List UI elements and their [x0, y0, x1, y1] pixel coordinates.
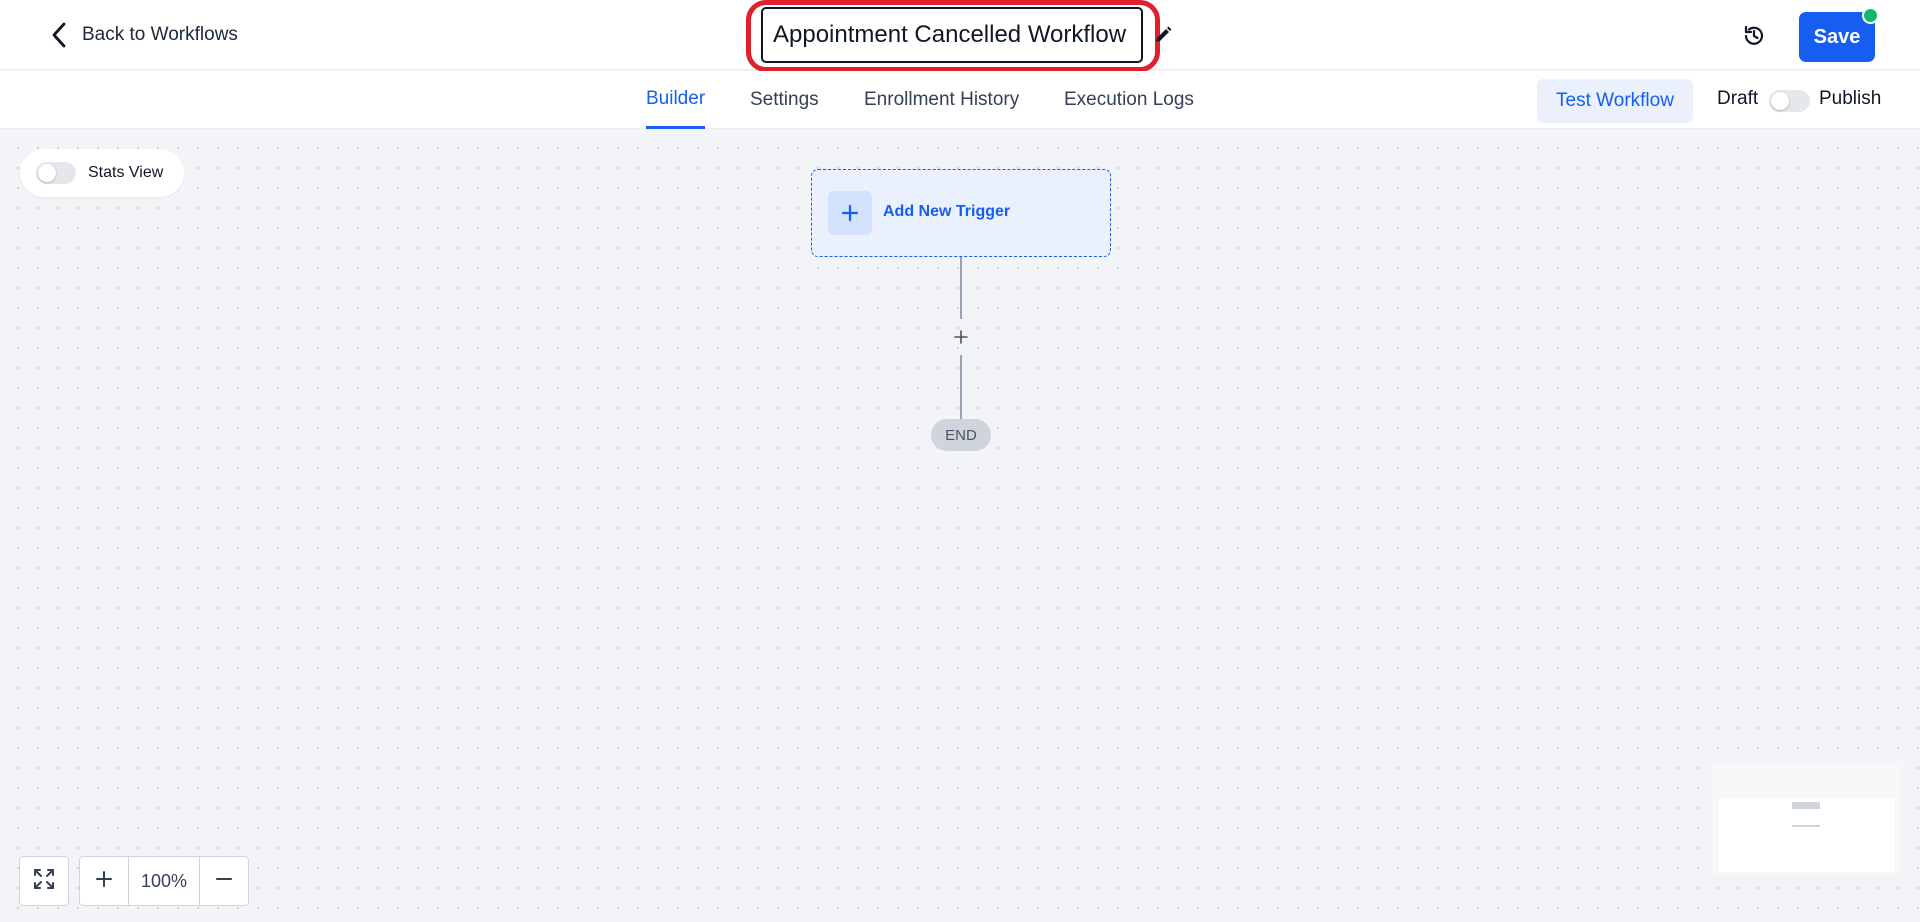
- draft-label: Draft: [1717, 88, 1759, 109]
- minimap-viewport: [1719, 798, 1895, 872]
- connector-line: [960, 355, 962, 419]
- clock-history-icon[interactable]: [1738, 20, 1770, 52]
- toggle-knob: [1771, 92, 1789, 110]
- workflow-name-input[interactable]: [761, 7, 1143, 63]
- tab-bar: Builder Settings Enrollment History Exec…: [0, 71, 1920, 129]
- top-header: Back to Workflows Save: [0, 0, 1920, 72]
- stats-view-label: Stats View: [88, 164, 164, 181]
- tab-enrollment-history[interactable]: Enrollment History: [864, 71, 1019, 129]
- end-node: END: [931, 419, 991, 451]
- tab-builder[interactable]: Builder: [646, 71, 706, 129]
- publish-toggle[interactable]: [1769, 90, 1810, 112]
- back-to-workflows-link[interactable]: Back to Workflows: [48, 20, 238, 50]
- pencil-icon[interactable]: [1152, 24, 1174, 46]
- connector-line: [960, 257, 962, 319]
- plus-icon: [828, 191, 872, 235]
- tab-settings[interactable]: Settings: [750, 71, 819, 129]
- add-new-trigger-label: Add New Trigger: [883, 203, 1011, 220]
- back-label: Back to Workflows: [82, 24, 238, 45]
- status-dot: [1862, 7, 1879, 24]
- plus-icon: [95, 870, 113, 893]
- minimap-trigger-node: [1792, 802, 1820, 809]
- minimap-end-node: [1792, 825, 1820, 827]
- fit-view-button[interactable]: [19, 856, 69, 906]
- zoom-level: 100%: [128, 857, 200, 905]
- minimap[interactable]: [1712, 762, 1902, 874]
- toggle-knob: [38, 164, 56, 182]
- expand-icon: [33, 868, 55, 895]
- zoom-out-button[interactable]: [200, 857, 248, 905]
- test-workflow-button[interactable]: Test Workflow: [1537, 79, 1693, 123]
- tab-execution-logs[interactable]: Execution Logs: [1064, 71, 1194, 129]
- zoom-in-button[interactable]: [80, 857, 128, 905]
- add-new-trigger-node[interactable]: Add New Trigger: [811, 169, 1111, 257]
- zoom-controls: 100%: [79, 856, 249, 906]
- minus-icon: [215, 870, 233, 893]
- stats-view-control: Stats View: [20, 149, 184, 197]
- chevron-left-icon: [48, 20, 70, 50]
- publish-label: Publish: [1819, 88, 1882, 109]
- add-step-plus-icon[interactable]: [950, 326, 972, 348]
- stats-view-toggle[interactable]: [36, 162, 76, 184]
